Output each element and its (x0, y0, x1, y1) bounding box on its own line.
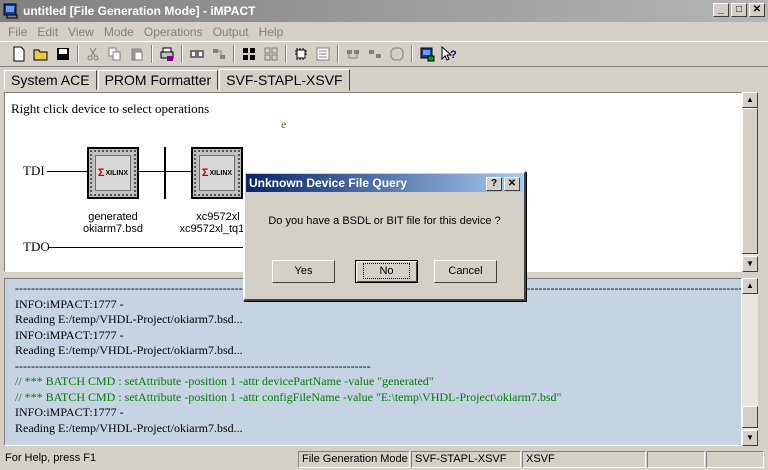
color-chip-icon[interactable] (416, 44, 438, 64)
log-scrollbar[interactable]: ▲ ▼ (742, 278, 758, 446)
status-empty-cell (647, 451, 705, 468)
tab-system-ace[interactable]: System ACE (4, 70, 97, 90)
close-button[interactable]: ✕ (749, 3, 765, 17)
log-line: Reading E:/temp/VHDL-Project/okiarm7.bsd… (15, 343, 243, 357)
toolbar-separator (285, 45, 287, 63)
no-button[interactable]: No (355, 260, 418, 283)
xilinx-logo-icon: Σ XILINX (97, 167, 129, 179)
dialog-title-bar: Unknown Device File Query ? ✕ (246, 174, 523, 192)
status-mode: File Generation Mode (298, 451, 410, 468)
menu-file[interactable]: File (3, 25, 32, 39)
log-line: // *** BATCH CMD : setAttribute -positio… (15, 374, 434, 388)
maximize-button[interactable]: □ (731, 3, 747, 17)
device-1-name: generated (88, 211, 138, 223)
toolbar-separator (233, 45, 235, 63)
cancel-button[interactable]: Cancel (434, 260, 497, 283)
status-empty-cell (706, 451, 764, 468)
yes-button[interactable]: Yes (272, 260, 335, 283)
readback-icon[interactable] (386, 44, 408, 64)
device-chip-1[interactable]: Σ XILINX (87, 147, 139, 199)
chain-icon[interactable] (290, 44, 312, 64)
impact-app-icon[interactable] (3, 3, 19, 19)
toolbar-separator (181, 45, 183, 63)
tdo-label: TDO (23, 239, 50, 254)
blank-check-icon[interactable] (364, 44, 386, 64)
erase-icon[interactable] (342, 44, 364, 64)
tab-svf-stapl-xsvf[interactable]: SVF-STAPL-XSVF (219, 69, 350, 91)
toolbar-separator (411, 45, 413, 63)
copy-icon[interactable] (104, 44, 126, 64)
log-line: Reading E:/temp/VHDL-Project/okiarm7.bsd… (15, 312, 243, 326)
log-line: INFO:iMPACT:1777 - (15, 327, 124, 342)
dialog-message: Do you have a BSDL or BIT file for this … (268, 215, 501, 227)
toolbar-separator (337, 45, 339, 63)
scroll-up-arrow-icon[interactable]: ▲ (742, 92, 758, 108)
minimize-button[interactable]: _ (713, 3, 729, 17)
menu-operations[interactable]: Operations (139, 25, 208, 39)
menu-mode[interactable]: Mode (99, 25, 139, 39)
dialog-help-button[interactable]: ? (486, 177, 502, 191)
menu-help[interactable]: Help (254, 25, 289, 39)
status-format: XSVF (522, 451, 646, 468)
device-1-label: generated okiarm7.bsd (78, 211, 148, 235)
status-bar: For Help, press F1 File Generation Mode … (0, 449, 768, 470)
tab-prom-formatter[interactable]: PROM Formatter (97, 70, 219, 90)
scroll-up-arrow-icon[interactable]: ▲ (742, 278, 758, 294)
mode-tabs: System ACE PROM Formatter SVF-STAPL-XSVF (4, 68, 351, 91)
chip-grid-icon[interactable] (260, 44, 282, 64)
svg-text:?: ? (450, 49, 457, 61)
verify-icon[interactable] (208, 44, 230, 64)
cut-icon[interactable] (82, 44, 104, 64)
menu-output[interactable]: Output (208, 25, 254, 39)
chip-select-icon[interactable] (238, 44, 260, 64)
log-lines: ----------------------------------------… (15, 281, 741, 436)
scrollbar-thumb[interactable] (742, 108, 758, 254)
log-line: ----------------------------------------… (15, 358, 371, 373)
config-icon[interactable] (312, 44, 334, 64)
unknown-device-dialog: Unknown Device File Query ? ✕ Do you hav… (243, 171, 526, 301)
no-button-label: No (363, 263, 410, 279)
dialog-close-button[interactable]: ✕ (504, 177, 520, 191)
device-chip-2[interactable]: Σ XILINX (191, 147, 243, 199)
context-help-icon[interactable]: ? (438, 44, 460, 64)
paste-icon[interactable] (126, 44, 148, 64)
title-bar: untitled [File Generation Mode] - iMPACT… (0, 0, 768, 22)
dialog-title: Unknown Device File Query (249, 176, 408, 190)
new-file-icon[interactable] (8, 44, 30, 64)
toolbar-separator (151, 45, 153, 63)
menu-edit[interactable]: Edit (32, 25, 63, 39)
toolbar: ? (0, 41, 768, 67)
status-tab: SVF-STAPL-XSVF (411, 451, 521, 468)
log-line: Reading E:/temp/VHDL-Project/okiarm7.bsd… (15, 420, 243, 435)
window-title: untitled [File Generation Mode] - iMPACT (23, 4, 256, 18)
status-help-text: For Help, press F1 (5, 452, 97, 464)
program-icon[interactable] (186, 44, 208, 64)
menu-bar: File Edit View Mode Operations Output He… (0, 22, 768, 41)
log-line: // *** BATCH CMD : setAttribute -positio… (15, 389, 562, 404)
log-line: INFO:iMPACT:1777 - (15, 405, 124, 419)
canvas-scrollbar[interactable]: ▲ ▼ (742, 92, 758, 272)
menu-view[interactable]: View (63, 25, 99, 39)
xilinx-logo-icon: Σ XILINX (201, 167, 233, 179)
console-log[interactable]: ----------------------------------------… (4, 278, 742, 446)
save-disk-icon[interactable] (52, 44, 74, 64)
tdi-label: TDI (23, 163, 45, 178)
device-1-file: okiarm7.bsd (83, 223, 143, 235)
scroll-down-arrow-icon[interactable]: ▼ (742, 430, 758, 446)
canvas-stray-text: e (281, 117, 287, 131)
toolbar-separator (77, 45, 79, 63)
scroll-down-arrow-icon[interactable]: ▼ (742, 256, 758, 272)
tdo-wire (49, 247, 269, 248)
tdi-wire (47, 171, 87, 172)
open-folder-icon[interactable] (30, 44, 52, 64)
scrollbar-thumb[interactable] (742, 406, 758, 428)
canvas-hint: Right click device to select operations (11, 101, 210, 116)
print-icon[interactable] (156, 44, 178, 64)
chain-divider (164, 147, 166, 199)
